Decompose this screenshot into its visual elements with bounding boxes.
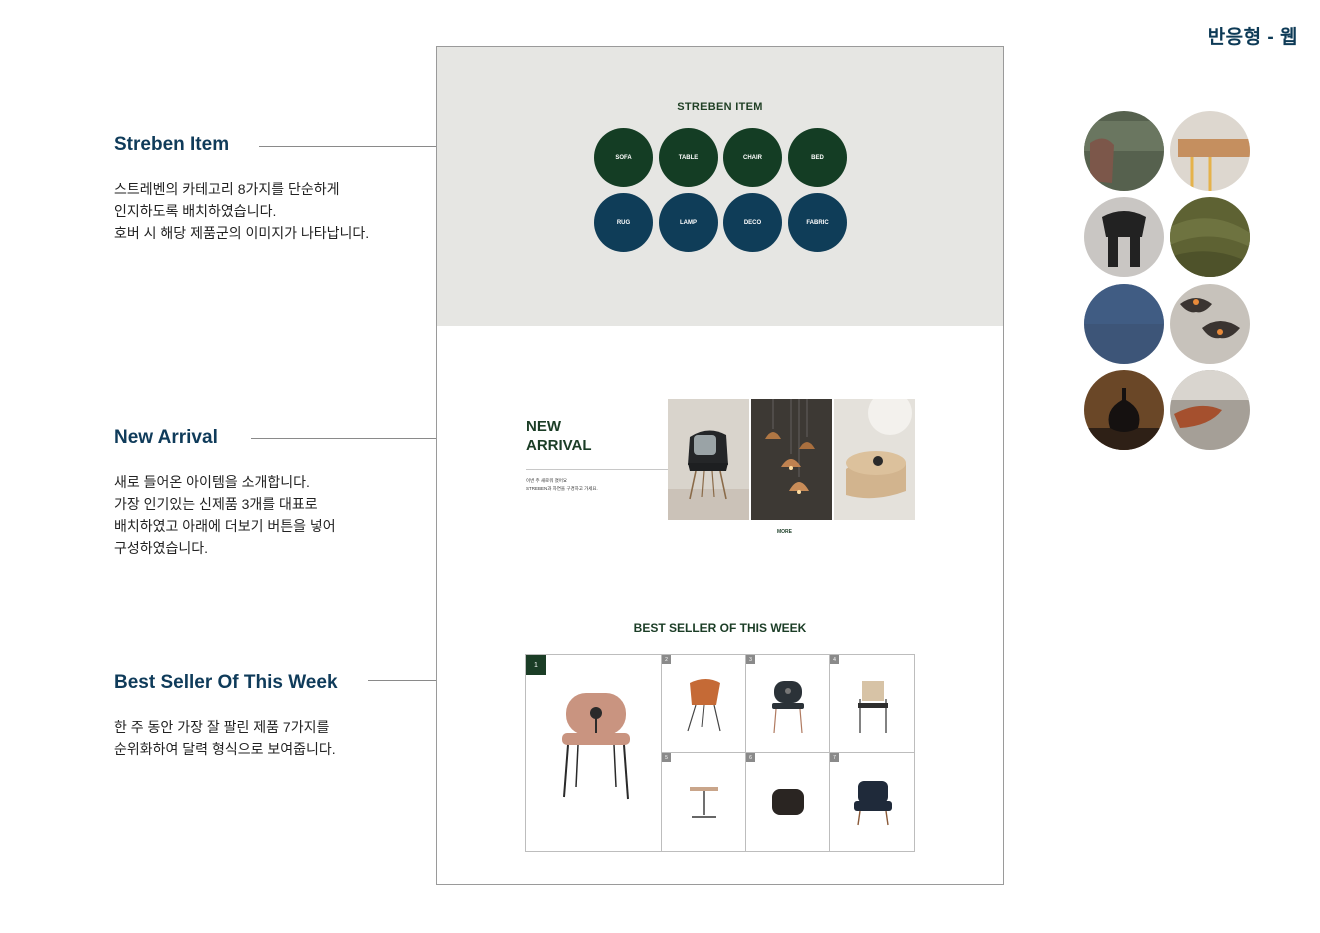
best-seller-title: BEST SELLER OF THIS WEEK	[633, 621, 807, 635]
copy-line: 이번 주 새로워 졌어요	[526, 478, 568, 483]
category-deco[interactable]: DECO	[723, 193, 782, 252]
fabric-swatch-image	[1170, 197, 1250, 277]
note-line: 가장 인기있는 신제품 3개를 대표로	[114, 496, 318, 512]
new-arrival-heading: NEW ARRIVAL	[526, 417, 592, 455]
note-line: 새로 들어온 아이템을 소개합니다.	[114, 474, 310, 490]
table-swatch-image	[1170, 111, 1250, 191]
note-title: Best Seller Of This Week	[114, 672, 338, 693]
category-bed[interactable]: BED	[788, 128, 847, 187]
new-arrival-chair-photo[interactable]	[668, 399, 749, 520]
new-arrival-copy: 이번 주 새로워 졌어요 STREBEN과 자연을 구경하고 가세요.	[526, 477, 598, 493]
category-lamp[interactable]: LAMP	[659, 193, 718, 252]
heading-line: ARRIVAL	[526, 437, 592, 454]
table-swatch[interactable]	[1170, 111, 1250, 191]
chair-illustration	[668, 399, 749, 520]
rank-badge: 1	[526, 655, 546, 675]
sofa-swatch[interactable]	[1084, 111, 1164, 191]
heading-line: NEW	[526, 418, 561, 435]
category-sofa[interactable]: SOFA	[594, 128, 653, 187]
copy-line: STREBEN과 자연을 구경하고 가세요.	[526, 486, 598, 491]
best-seller-item-2[interactable]: 2	[661, 654, 746, 753]
bed-swatch[interactable]	[1170, 370, 1250, 450]
sofa-swatch-image	[1084, 111, 1164, 191]
best-seller-item-1[interactable]: 1	[525, 654, 662, 852]
navy-chair-illustration	[772, 681, 804, 734]
best-seller-item-7[interactable]: 7	[829, 752, 915, 852]
best-seller-item-6[interactable]: 6	[745, 752, 830, 852]
category-fabric[interactable]: FABRIC	[788, 193, 847, 252]
divider	[526, 469, 668, 470]
note-streben-item: Streben Item 스트레벤의 카테고리 8가지를 단순하게 인지하도록 …	[114, 134, 369, 244]
best-seller-grid: 1 2 3 4 5 6 7	[525, 654, 915, 852]
lamp-swatch[interactable]	[1170, 284, 1250, 364]
note-best-seller: Best Seller Of This Week 한 주 동안 가장 잘 팔린 …	[114, 672, 338, 760]
deco-swatch-image	[1084, 370, 1164, 450]
pink-chair-illustration	[562, 693, 630, 800]
connector-line	[251, 438, 436, 439]
note-line: 배치하였고 아래에 더보기 버튼을 넣어	[114, 518, 336, 534]
rank-badge: 7	[830, 753, 839, 762]
category-chair[interactable]: CHAIR	[723, 128, 782, 187]
section-title: STREBEN ITEM	[677, 101, 763, 113]
best-seller-item-5[interactable]: 5	[661, 752, 746, 852]
new-arrival-deco-photo[interactable]	[834, 399, 915, 520]
connector-line	[368, 680, 436, 681]
note-body: 새로 들어온 아이템을 소개합니다. 가장 인기있는 신제품 3개를 대표로 배…	[114, 471, 336, 559]
rank-badge: 2	[662, 655, 671, 664]
category-table[interactable]: TABLE	[659, 128, 718, 187]
lamp-illustration	[751, 399, 832, 520]
best-seller-item-3[interactable]: 3	[745, 654, 830, 753]
best-seller-item-4[interactable]: 4	[829, 654, 915, 753]
pouf-illustration	[772, 789, 804, 815]
note-line: 호버 시 해당 제품군의 이미지가 나타납니다.	[114, 225, 370, 241]
streben-item-section: STREBEN ITEM SOFA TABLE CHAIR BED RUG LA…	[437, 47, 1003, 326]
rank-badge: 6	[746, 753, 755, 762]
lamp-swatch-image	[1170, 284, 1250, 364]
rank-badge: 4	[830, 655, 839, 664]
note-line: 스트레벤의 카테고리 8가지를 단순하게	[114, 181, 340, 197]
lounge-chair-illustration	[854, 781, 892, 826]
rug-swatch[interactable]	[1084, 284, 1164, 364]
rug-swatch-image	[1084, 284, 1164, 364]
note-line: 구성하였습니다.	[114, 540, 209, 556]
note-title: Streben Item	[114, 134, 230, 155]
category-rug[interactable]: RUG	[594, 193, 653, 252]
beige-chair-illustration	[858, 681, 888, 733]
more-button[interactable]: MORE	[777, 529, 792, 535]
note-line: 한 주 동안 가장 잘 팔린 제품 7가지를	[114, 719, 330, 735]
orange-shell-chair-illustration	[687, 679, 721, 732]
note-line: 순위화하여 달력 형식으로 보여줍니다.	[114, 741, 336, 757]
deco-swatch[interactable]	[1084, 370, 1164, 450]
rank-badge: 3	[746, 655, 755, 664]
page-tag: 반응형 - 웹	[1207, 27, 1298, 48]
connector-line	[259, 146, 436, 147]
note-body: 한 주 동안 가장 잘 팔린 제품 7가지를 순위화하여 달력 형식으로 보여줍…	[114, 716, 338, 760]
side-table-illustration	[690, 787, 718, 818]
chair-swatch-image	[1084, 197, 1164, 277]
chair-swatch[interactable]	[1084, 197, 1164, 277]
fabric-swatch[interactable]	[1170, 197, 1250, 277]
web-mockup: STREBEN ITEM SOFA TABLE CHAIR BED RUG LA…	[436, 46, 1004, 885]
wood-block-illustration	[834, 399, 915, 520]
note-line: 인지하도록 배치하였습니다.	[114, 203, 277, 219]
note-body: 스트레벤의 카테고리 8가지를 단순하게 인지하도록 배치하였습니다. 호버 시…	[114, 178, 369, 244]
new-arrival-lamp-photo[interactable]	[751, 399, 832, 520]
rank-badge: 5	[662, 753, 671, 762]
note-new-arrival: New Arrival 새로 들어온 아이템을 소개합니다. 가장 인기있는 신…	[114, 427, 336, 559]
bed-swatch-image	[1170, 370, 1250, 450]
